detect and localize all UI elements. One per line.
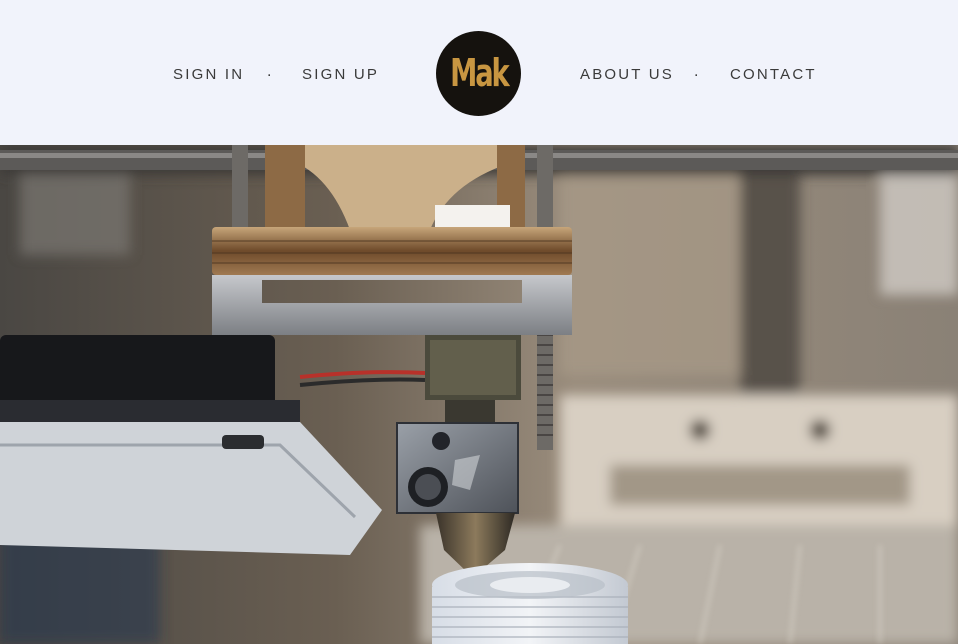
about-us-link[interactable]: ABOUT US — [580, 66, 674, 83]
sign-in-link[interactable]: SIGN IN — [173, 66, 244, 83]
3d-printer-photo — [0, 145, 958, 644]
site-logo[interactable]: Mak — [436, 31, 521, 116]
nav-separator: . — [267, 63, 272, 80]
contact-link[interactable]: CONTACT — [730, 66, 817, 83]
sign-up-link[interactable]: SIGN UP — [302, 66, 379, 83]
site-header: SIGN IN . SIGN UP Mak ABOUT US . CONTACT — [0, 0, 958, 145]
hero-image — [0, 145, 958, 644]
logo-text: Mak — [449, 50, 510, 95]
nav-separator: . — [694, 63, 699, 80]
